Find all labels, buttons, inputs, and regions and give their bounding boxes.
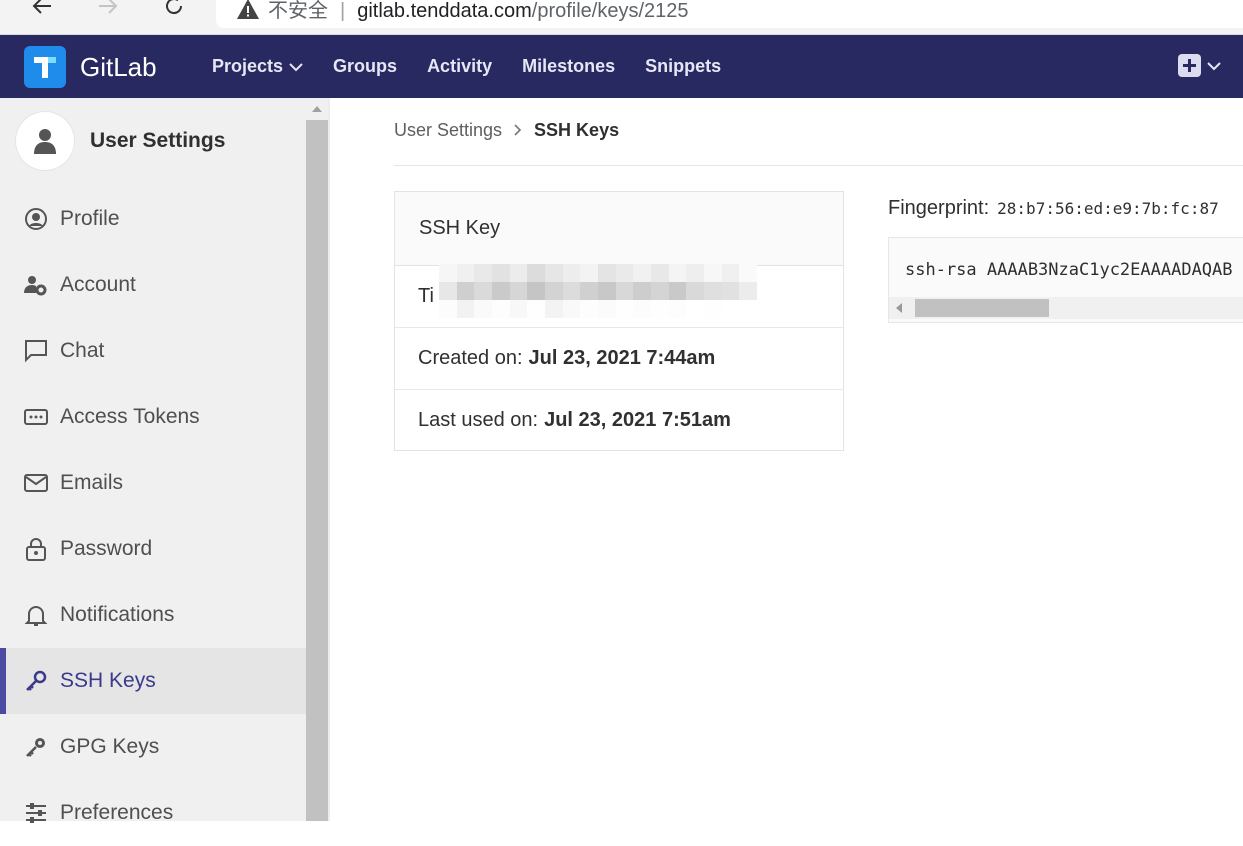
main-nav: Projects Groups Activity Milestones Snip… <box>212 56 721 77</box>
brand-name[interactable]: GitLab <box>80 52 157 83</box>
sidebar-item-label: Emails <box>60 471 124 494</box>
sidebar-item-label: Profile <box>60 207 120 230</box>
nav-groups[interactable]: Groups <box>333 56 397 77</box>
profile-icon <box>24 207 48 231</box>
fingerprint-label: Fingerprint: <box>888 197 990 219</box>
sidebar-item-label: Access Tokens <box>60 405 200 428</box>
ssh-key-card: SSH Key Ti Created on: Jul 23, 2021 7:44… <box>394 191 844 451</box>
logo[interactable] <box>24 46 66 88</box>
sidebar-item-label: Password <box>60 537 153 560</box>
chevron-down-icon <box>289 62 303 71</box>
key-icon <box>24 669 48 693</box>
card-heading: SSH Key <box>395 192 843 266</box>
sidebar-item-label: SSH Keys <box>60 669 156 692</box>
sidebar-title: User Settings <box>90 129 226 152</box>
nav-projects[interactable]: Projects <box>212 56 303 77</box>
key-icon <box>24 735 48 759</box>
sidebar-item-label: GPG Keys <box>60 735 160 758</box>
new-dropdown-button[interactable] <box>1178 54 1221 77</box>
sidebar-item-label: Preferences <box>60 801 174 824</box>
address-bar-text[interactable]: 不安全 | gitlab.tenddata.com/profile/keys/212… <box>236 0 689 26</box>
sidebar-item-gpg-keys[interactable]: GPG Keys <box>0 714 306 780</box>
breadcrumb: User Settings SSH Keys <box>394 120 619 141</box>
sidebar-item-access-tokens[interactable]: Access Tokens <box>0 384 306 450</box>
public-key-box[interactable]: ssh-rsa AAAAB3NzaC1yc2EAAAADAQAB <box>888 237 1243 323</box>
settings-sidebar: User Settings Profile Account Chat Acces… <box>0 98 306 824</box>
key-title-row: Ti <box>395 264 843 328</box>
sidebar-item-emails[interactable]: Emails <box>0 450 306 516</box>
sidebar-item-account[interactable]: Account <box>0 252 306 318</box>
fingerprint-value: 28:b7:56:ed:e9:7b:fc:87 <box>997 199 1219 218</box>
key-title-prefix: Ti <box>418 285 434 307</box>
scroll-left-arrow-icon[interactable] <box>895 301 903 319</box>
nav-milestones[interactable]: Milestones <box>522 56 615 77</box>
breadcrumb-parent[interactable]: User Settings <box>394 120 502 141</box>
created-value: Jul 23, 2021 7:44am <box>528 347 716 369</box>
browser-toolbar: 不安全 | gitlab.tenddata.com/profile/keys/212… <box>0 0 1243 35</box>
account-gear-icon <box>24 273 48 297</box>
sidebar-item-label: Chat <box>60 339 105 362</box>
nav-groups-label: Groups <box>333 56 398 76</box>
sidebar-item-ssh-keys[interactable]: SSH Keys <box>0 648 306 714</box>
sidebar-item-label: Account <box>60 273 136 296</box>
last-used-label: Last used on: <box>418 409 539 431</box>
sidebar-item-notifications[interactable]: Notifications <box>0 582 306 648</box>
last-used-row: Last used on: Jul 23, 2021 7:51am <box>395 390 843 451</box>
header-divider <box>394 165 1243 166</box>
sidebar-item-label: Notifications <box>60 603 175 626</box>
chevron-right-icon <box>514 120 522 141</box>
nav-milestones-label: Milestones <box>522 56 616 76</box>
fingerprint: Fingerprint: 28:b7:56:ed:e9:7b:fc:87 <box>888 197 1219 220</box>
last-used-value: Jul 23, 2021 7:51am <box>544 409 731 431</box>
chat-icon <box>24 339 48 363</box>
top-navbar: GitLab Projects Groups Activity Mileston… <box>0 35 1243 98</box>
sidebar-item-chat[interactable]: Chat <box>0 318 306 384</box>
avatar <box>16 112 74 170</box>
sliders-icon <box>24 801 48 825</box>
nav-activity[interactable]: Activity <box>427 56 492 77</box>
sidebar-scrollbar[interactable] <box>306 98 328 821</box>
security-label: 不安全 <box>268 0 328 22</box>
url-host: gitlab.tenddata.com <box>357 0 532 22</box>
user-icon <box>34 129 56 154</box>
lock-icon <box>24 537 48 561</box>
nav-snippets-label: Snippets <box>645 56 722 76</box>
redacted-title-mosaic <box>439 264 757 318</box>
nav-projects-label: Projects <box>212 56 284 76</box>
forward-arrow-icon[interactable] <box>88 0 128 24</box>
public-key-text: ssh-rsa AAAAB3NzaC1yc2EAAAADAQAB <box>905 260 1233 280</box>
mail-icon <box>24 471 48 495</box>
url-separator: | <box>340 0 346 22</box>
sidebar-header[interactable]: User Settings <box>16 112 225 170</box>
chevron-down-icon <box>1207 61 1221 70</box>
nav-activity-label: Activity <box>427 56 493 76</box>
horizontal-scrollbar[interactable] <box>889 297 1243 319</box>
created-on-row: Created on: Jul 23, 2021 7:44am <box>395 328 843 390</box>
sidebar-item-profile[interactable]: Profile <box>0 186 306 252</box>
token-icon <box>24 405 48 429</box>
content-divider <box>328 98 330 821</box>
nav-snippets[interactable]: Snippets <box>645 56 721 77</box>
created-label: Created on: <box>418 347 523 369</box>
url-path: /profile/keys/2125 <box>531 0 689 22</box>
sidebar-item-password[interactable]: Password <box>0 516 306 582</box>
breadcrumb-current[interactable]: SSH Keys <box>534 120 619 141</box>
warning-icon <box>236 0 260 26</box>
reload-icon[interactable] <box>154 0 194 24</box>
scroll-up-arrow-icon[interactable] <box>306 98 328 120</box>
scrollbar-thumb[interactable] <box>915 299 1049 317</box>
bell-icon <box>24 603 48 627</box>
back-arrow-icon[interactable] <box>22 0 62 24</box>
plus-icon <box>1178 54 1201 77</box>
sidebar-item-preferences[interactable]: Preferences <box>0 780 306 846</box>
